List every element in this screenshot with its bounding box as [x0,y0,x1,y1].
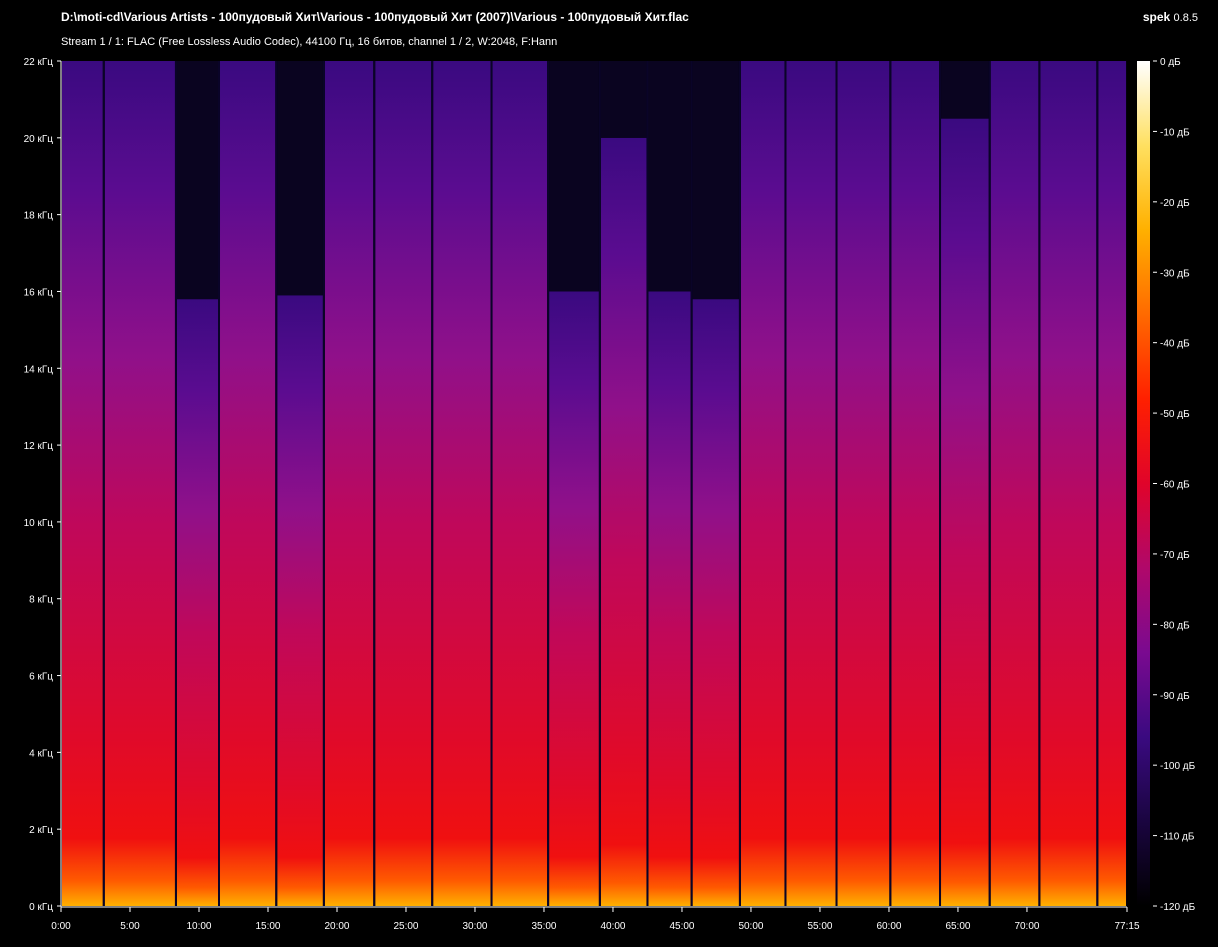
track-spectrum-7 [375,61,432,906]
track-spectrum-5 [277,295,323,907]
track-spectrum-14 [740,61,785,906]
x-tick-label: 55:00 [807,921,832,932]
spectrogram-plot [61,61,1127,907]
track-boundary-6 [322,61,325,906]
track-cutoff-region-11 [600,61,647,138]
x-tick-label: 25:00 [393,921,418,932]
track-boundary-8 [431,61,434,906]
track-boundary-18 [939,61,942,906]
y-tick-label: 8 кГц [29,595,53,606]
track-cutoff-region-13 [692,61,739,300]
y-tick-label: 4 кГц [29,748,53,759]
x-tick-label: 77:15 [1114,921,1139,932]
spectrogram-chart: 0 кГц 2 кГц 4 кГц 6 кГц 8 кГц 10 кГц 12 кГц 14 … [24,57,1196,932]
track-spectrum-3 [176,299,219,906]
x-tick-label: 65:00 [945,921,970,932]
track-cutoff-region-10 [549,61,599,292]
colorbar-label: -50 дБ [1160,409,1190,420]
track-spectrum-12 [648,291,691,906]
track-spectrum-10 [549,291,599,906]
track-spectrum-13 [692,299,739,906]
track-spectrum-8 [433,61,491,906]
track-spectrum-19 [990,61,1039,906]
y-tick-label: 10 кГц [24,518,54,529]
track-boundary-13 [690,61,693,906]
track-boundary-7 [373,61,376,906]
track-boundary-11 [598,61,601,906]
colorbar-label: -40 дБ [1160,339,1190,350]
track-spectrum-16 [837,61,890,906]
track-boundary-19 [988,61,991,906]
track-spectrum-20 [1040,61,1097,906]
colorbar-label: -70 дБ [1160,550,1190,561]
colorbar-label: -20 дБ [1160,198,1190,209]
y-tick-label: 18 кГц [24,211,54,222]
x-tick-label: 30:00 [462,921,487,932]
x-tick-label: 0:00 [51,921,71,932]
track-boundary-14 [738,61,741,906]
track-boundary-17 [889,61,892,906]
track-cutoff-region-18 [941,61,989,119]
x-tick-label: 20:00 [324,921,349,932]
track-spectrum-1 [62,61,103,906]
x-tick-label: 40:00 [600,921,625,932]
colorbar: 0 дБ -10 дБ -20 дБ -30 дБ -40 дБ -50 дБ -60 дБ… [1137,57,1196,913]
track-spectrum-2 [104,61,175,906]
track-cutoff-region-5 [277,61,323,296]
y-tick-label: 2 кГц [29,825,53,836]
y-tick-label: 20 кГц [24,134,54,145]
colorbar-label: -60 дБ [1160,480,1190,491]
track-spectrum-11 [600,137,647,906]
track-cutoff-region-12 [648,61,691,292]
colorbar-label: -100 дБ [1160,761,1196,772]
track-boundary-3 [174,61,177,906]
x-tick-label: 35:00 [531,921,556,932]
track-spectrum-4 [220,61,276,906]
track-spectrum-6 [324,61,374,906]
x-tick-label: 10:00 [186,921,211,932]
y-tick-label: 12 кГц [24,441,54,452]
x-tick-label: 45:00 [669,921,694,932]
track-boundary-4 [218,61,221,906]
track-boundary-10 [547,61,550,906]
colorbar-label: 0 дБ [1160,57,1181,68]
track-boundary-2 [102,61,105,906]
x-tick-label: 70:00 [1014,921,1039,932]
y-tick-label: 16 кГц [24,287,54,298]
colorbar-label: -30 дБ [1160,268,1190,279]
track-spectrum-17 [891,61,940,906]
colorbar-label: -120 дБ [1160,902,1196,913]
track-spectrum-15 [786,61,836,906]
track-spectrum-9 [492,61,548,906]
track-boundary-20 [1038,61,1041,906]
track-boundary-15 [784,61,787,906]
track-boundary-5 [275,61,278,906]
y-tick-label: 6 кГц [29,672,53,683]
y-tick-label: 0 кГц [29,902,53,913]
x-tick-label: 60:00 [876,921,901,932]
x-tick-label: 15:00 [255,921,280,932]
colorbar-label: -110 дБ [1160,832,1195,843]
track-cutoff-region-3 [176,61,219,300]
track-boundary-9 [490,61,493,906]
y-tick-label: 22 кГц [24,57,54,68]
x-tick-label: 5:00 [120,921,140,932]
y-tick-label: 14 кГц [24,364,54,375]
track-spectrum-21 [1098,61,1126,906]
track-spectrum-18 [941,118,989,906]
track-boundary-21 [1096,61,1099,906]
colorbar-gradient [1137,61,1150,906]
colorbar-label: -90 дБ [1160,691,1190,702]
track-boundary-16 [835,61,838,906]
colorbar-label: -80 дБ [1160,620,1190,631]
track-boundary-12 [646,61,649,906]
colorbar-label: -10 дБ [1160,127,1190,138]
x-tick-label: 50:00 [738,921,763,932]
